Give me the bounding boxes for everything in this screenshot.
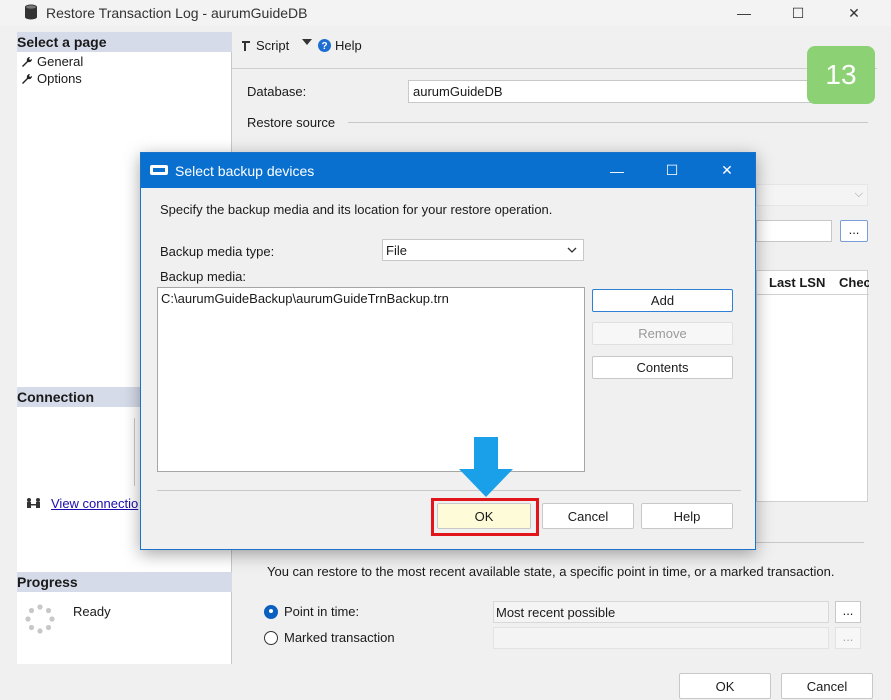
grid-column-check[interactable]: Chec <box>827 271 869 294</box>
dialog-separator <box>157 490 741 491</box>
select-page-header: Select a page <box>17 32 232 52</box>
restore-source-label: Restore source <box>247 115 336 130</box>
device-combo: ⌵ <box>756 184 868 206</box>
dialog-maximize-button[interactable]: ☐ <box>649 153 695 188</box>
dialog-title-bar: Select backup devices — ☐ ✕ <box>141 153 755 188</box>
marked-transaction-radio[interactable]: Marked transaction <box>264 630 395 645</box>
chevron-down-icon: ⌵ <box>854 188 863 200</box>
cancel-button[interactable]: Cancel <box>781 673 873 699</box>
connection-icon <box>27 497 40 508</box>
restore-to-divider <box>756 542 864 543</box>
backup-media-label: Backup media: <box>160 269 246 284</box>
grid-column-last-lsn[interactable]: Last LSN <box>757 271 827 294</box>
backup-device-icon <box>150 165 168 175</box>
window-title: Restore Transaction Log - aurumGuideDB <box>46 5 308 21</box>
toolbar-separator <box>232 68 877 69</box>
wrench-icon <box>22 56 33 67</box>
page-item-options[interactable]: Options <box>21 71 82 86</box>
title-bar: Restore Transaction Log - aurumGuideDB —… <box>0 0 891 26</box>
device-browse-button[interactable]: ... <box>840 220 868 242</box>
page-item-label: General <box>37 54 84 69</box>
point-in-time-radio[interactable]: Point in time: <box>264 604 359 619</box>
view-connection-link[interactable]: View connectio <box>25 496 138 511</box>
step-number-badge: 13 <box>807 46 875 104</box>
chevron-down-icon <box>567 247 577 253</box>
dialog-minimize-button[interactable]: — <box>594 153 640 188</box>
close-button[interactable]: ✕ <box>834 0 874 26</box>
dialog-close-button[interactable]: ✕ <box>704 153 750 188</box>
radio-checked-icon[interactable] <box>264 604 278 619</box>
dialog-help-button[interactable]: Help <box>641 503 733 529</box>
add-button[interactable]: Add <box>592 289 733 312</box>
backup-media-list[interactable]: C:\aurumGuideBackup\aurumGuideTrnBackup.… <box>157 287 585 472</box>
progress-status: Ready <box>73 604 111 619</box>
script-icon <box>242 40 250 51</box>
maximize-button[interactable]: ☐ <box>778 0 818 26</box>
device-path-field[interactable] <box>756 220 832 242</box>
marked-transaction-label: Marked transaction <box>284 630 395 645</box>
grid-header: Last LSN Chec <box>757 271 869 295</box>
contents-button[interactable]: Contents <box>592 356 733 379</box>
select-backup-devices-dialog: Select backup devices — ☐ ✕ Specify the … <box>140 152 756 550</box>
marked-transaction-field <box>493 627 829 649</box>
marked-transaction-browse-button: ... <box>835 627 861 649</box>
arrow-down-icon <box>459 437 513 497</box>
backup-sets-grid: Last LSN Chec <box>756 270 869 502</box>
backup-media-type-select[interactable]: File <box>382 239 584 261</box>
script-button[interactable]: Script <box>240 38 289 53</box>
script-dropdown[interactable] <box>302 38 312 46</box>
ok-button[interactable]: OK <box>679 673 771 699</box>
list-item[interactable]: C:\aurumGuideBackup\aurumGuideTrnBackup.… <box>161 291 581 306</box>
backup-media-type-value: File <box>386 243 407 258</box>
database-icon <box>25 4 37 20</box>
restore-to-description: You can restore to the most recent avail… <box>267 564 835 579</box>
svg-text:?: ? <box>321 41 327 52</box>
point-in-time-browse-button[interactable]: ... <box>835 601 861 623</box>
chevron-down-icon <box>302 39 312 45</box>
page-item-label: Options <box>37 71 82 86</box>
help-label: Help <box>335 38 362 53</box>
progress-header: Progress <box>17 572 232 592</box>
database-field[interactable]: aurumGuideDB <box>408 80 828 103</box>
progress-spinner-icon <box>25 604 55 634</box>
radio-unchecked-icon[interactable] <box>264 630 278 645</box>
ok-button-highlight <box>431 498 539 536</box>
point-in-time-label: Point in time: <box>284 604 360 619</box>
view-connection-link-text[interactable]: View connectio <box>51 496 138 511</box>
minimize-button[interactable]: — <box>724 0 764 26</box>
restore-source-divider <box>348 122 868 123</box>
remove-button[interactable]: Remove <box>592 322 733 345</box>
dialog-title: Select backup devices <box>175 163 315 179</box>
help-button[interactable]: ? Help <box>318 38 362 53</box>
wrench-icon <box>22 73 33 84</box>
point-in-time-field[interactable]: Most recent possible <box>493 601 829 623</box>
toolbar: Script ? Help <box>232 32 891 60</box>
dialog-description: Specify the backup media and its locatio… <box>160 202 553 217</box>
connection-info-box <box>17 418 135 486</box>
page-item-general[interactable]: General <box>21 54 83 69</box>
database-label: Database: <box>247 84 307 99</box>
backup-media-type-label: Backup media type: <box>160 244 275 259</box>
script-label: Script <box>256 38 290 53</box>
help-icon: ? <box>318 39 331 52</box>
dialog-cancel-button[interactable]: Cancel <box>542 503 634 529</box>
